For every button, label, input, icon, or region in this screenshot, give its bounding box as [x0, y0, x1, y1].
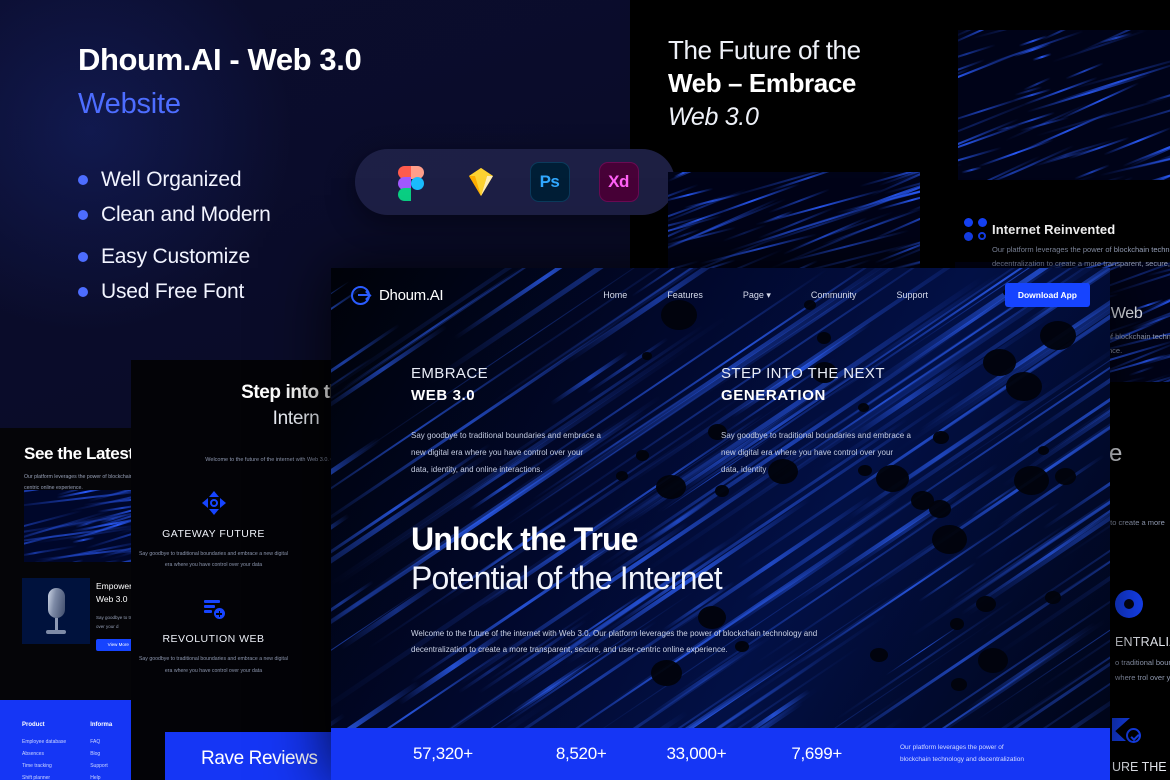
hero-line-3: Web 3.0 [668, 102, 759, 131]
grid-search-icon [964, 218, 994, 244]
view-more-label: View More [107, 642, 129, 647]
footer-link[interactable]: Time tracking [22, 760, 66, 772]
feature-title: REVOLUTION WEB [162, 633, 265, 646]
footer-link[interactable]: Absences [22, 748, 66, 760]
mockup-hero: Unlock the True Potential of the Interne… [411, 520, 1011, 658]
column-heading-line1: EMBRACE [411, 365, 488, 382]
column-next-generation: STEP INTO THE NEXT GENERATION Say goodby… [721, 363, 911, 478]
footer-heading: Informa [90, 722, 113, 728]
brand-name: Dhoum.AI [379, 286, 444, 304]
nav-link-home[interactable]: Home [603, 290, 627, 301]
stats-note: Our platform leverages the power of bloc… [900, 743, 1024, 763]
stats-bar: 57,320+ 8,520+ 33,000+ 7,699+ Our platfo… [331, 728, 1110, 780]
design-tools-pill: Ps Xd [355, 149, 675, 215]
hero-headline-line1: Unlock the True [411, 521, 638, 557]
adobe-xd-icon: Xd [598, 162, 639, 202]
footer-link[interactable]: Blog [90, 748, 112, 760]
gateway-icon [201, 491, 226, 516]
bullet-dot-icon [78, 287, 88, 297]
feature-title: GATEWAY FUTURE [162, 528, 265, 541]
column-heading-line2: WEB 3.0 [411, 386, 476, 404]
nav-link-community[interactable]: Community [811, 290, 857, 301]
bullet-label: Well Organized [101, 168, 242, 191]
nav-link-page[interactable]: Page ▾ [743, 290, 771, 301]
card-thumbnail-mic [22, 578, 90, 644]
stat-value: 33,000+ [666, 744, 727, 763]
nav-link-page-label: Page [742, 289, 764, 300]
footer-link[interactable]: Employee database [22, 736, 66, 748]
arrow-circle-icon [351, 285, 370, 305]
promo-title-line2: Web 3.0 [96, 593, 128, 604]
footer-column-product: Product Employee database Absences Time … [22, 722, 66, 780]
feature-title: URE THE W [1112, 760, 1170, 774]
rave-reviews-title: Rave Reviews [201, 748, 318, 769]
sketch-icon [461, 162, 501, 202]
bullet-label: Used Free Font [101, 280, 245, 303]
footer-block: Product Employee database Absences Time … [0, 700, 134, 780]
page-subtitle: Website [78, 87, 181, 120]
stat-value: 8,520+ [555, 744, 607, 763]
fiber-image-top-right [958, 30, 1170, 180]
footer-link[interactable]: Help [90, 772, 112, 780]
mockup-navbar: Dhoum.AI Home Features Page ▾ Community … [331, 268, 1110, 322]
nav-link-support[interactable]: Support [896, 290, 928, 301]
bullet-label: Clean and Modern [101, 203, 271, 226]
figma-icon [392, 162, 432, 202]
footer-heading: Product [22, 722, 45, 728]
chevron-down-icon: ▾ [766, 289, 771, 300]
bullet-dot-icon [78, 175, 88, 185]
promo-heading-block: Dhoum.AI - Web 3.0 Website [78, 42, 458, 121]
document-add-icon [203, 597, 225, 620]
shield-check-icon [1112, 718, 1142, 746]
column-heading-line2: GENERATION [721, 386, 826, 404]
bullet-group-a: Well Organized Clean and Modern [78, 168, 271, 227]
page-title: Dhoum.AI - Web 3.0 [78, 42, 362, 77]
hero-right-text: The Future of the Web – Embrace Web 3.0 [668, 34, 968, 133]
circle-dot-icon [1115, 590, 1143, 618]
feature-bullet-list: Well Organized Clean and Modern Easy Cus… [78, 168, 271, 322]
mockup-two-columns: EMBRACE WEB 3.0 Say goodbye to tradition… [411, 363, 971, 478]
footer-column-information: Informa FAQ Blog Support Help [90, 722, 112, 780]
stat-value: 57,320+ [413, 744, 473, 763]
column-body: Say goodbye to traditional boundaries an… [721, 430, 911, 474]
column-heading-line1: STEP INTO THE NEXT [721, 365, 885, 382]
bullet-dot-icon [78, 210, 88, 220]
list-item: Clean and Modern [78, 203, 271, 227]
column-embrace: EMBRACE WEB 3.0 Say goodbye to tradition… [411, 363, 601, 478]
hero-body: Welcome to the future of the internet wi… [411, 629, 818, 655]
feature-title: ENTRALIZAT [1115, 635, 1170, 649]
list-item: Easy Customize [78, 245, 271, 269]
feature-body: o traditional bound w digital era where … [1115, 658, 1170, 682]
feature-card: REVOLUTION WEB Say goodbye to traditiona… [131, 597, 296, 676]
poster-stage: Dhoum.AI - Web 3.0 Website Well Organize… [0, 0, 1170, 780]
bullet-dot-icon [78, 252, 88, 262]
footer-link[interactable]: Shift planner [22, 772, 66, 780]
feature-title: Internet Reinvented [992, 222, 1116, 237]
website-mockup: Dhoum.AI Home Features Page ▾ Community … [331, 268, 1110, 780]
nav-link-features[interactable]: Features [667, 290, 703, 301]
footer-link[interactable]: Support [90, 760, 112, 772]
hero-headline-line2: Potential of the Internet [411, 560, 723, 597]
fiber-image-mid [668, 172, 920, 272]
footer-link[interactable]: FAQ [90, 736, 112, 748]
feature-body: Say goodbye to traditional boundaries an… [138, 551, 289, 569]
promo-title-line1: Empoweri [96, 581, 134, 591]
rave-reviews-strip: Rave Reviews [165, 732, 345, 780]
download-app-button[interactable]: Download App [1004, 283, 1090, 307]
feature-card: GATEWAY FUTURE Say goodbye to traditiona… [131, 491, 296, 571]
feature-body: Say goodbye to traditional boundaries an… [138, 656, 289, 674]
microphone-icon [45, 588, 67, 634]
photoshop-icon: Ps [529, 162, 570, 202]
feature-decentralization: ENTRALIZAT o traditional bound w digital… [1115, 590, 1170, 685]
feature-secure-web: URE THE W [1112, 718, 1170, 774]
bullet-group-b: Easy Customize Used Free Font [78, 245, 271, 304]
column-body: Say goodbye to traditional boundaries an… [411, 430, 601, 474]
list-item: Well Organized [78, 168, 271, 192]
bullet-label: Easy Customize [101, 245, 250, 268]
brand-logo[interactable]: Dhoum.AI [351, 285, 444, 305]
stat-value: 7,699+ [791, 744, 842, 763]
hero-line-1: The Future of the [668, 35, 861, 65]
hero-line-2: Web – Embrace [668, 68, 856, 99]
list-item: Used Free Font [78, 280, 271, 304]
